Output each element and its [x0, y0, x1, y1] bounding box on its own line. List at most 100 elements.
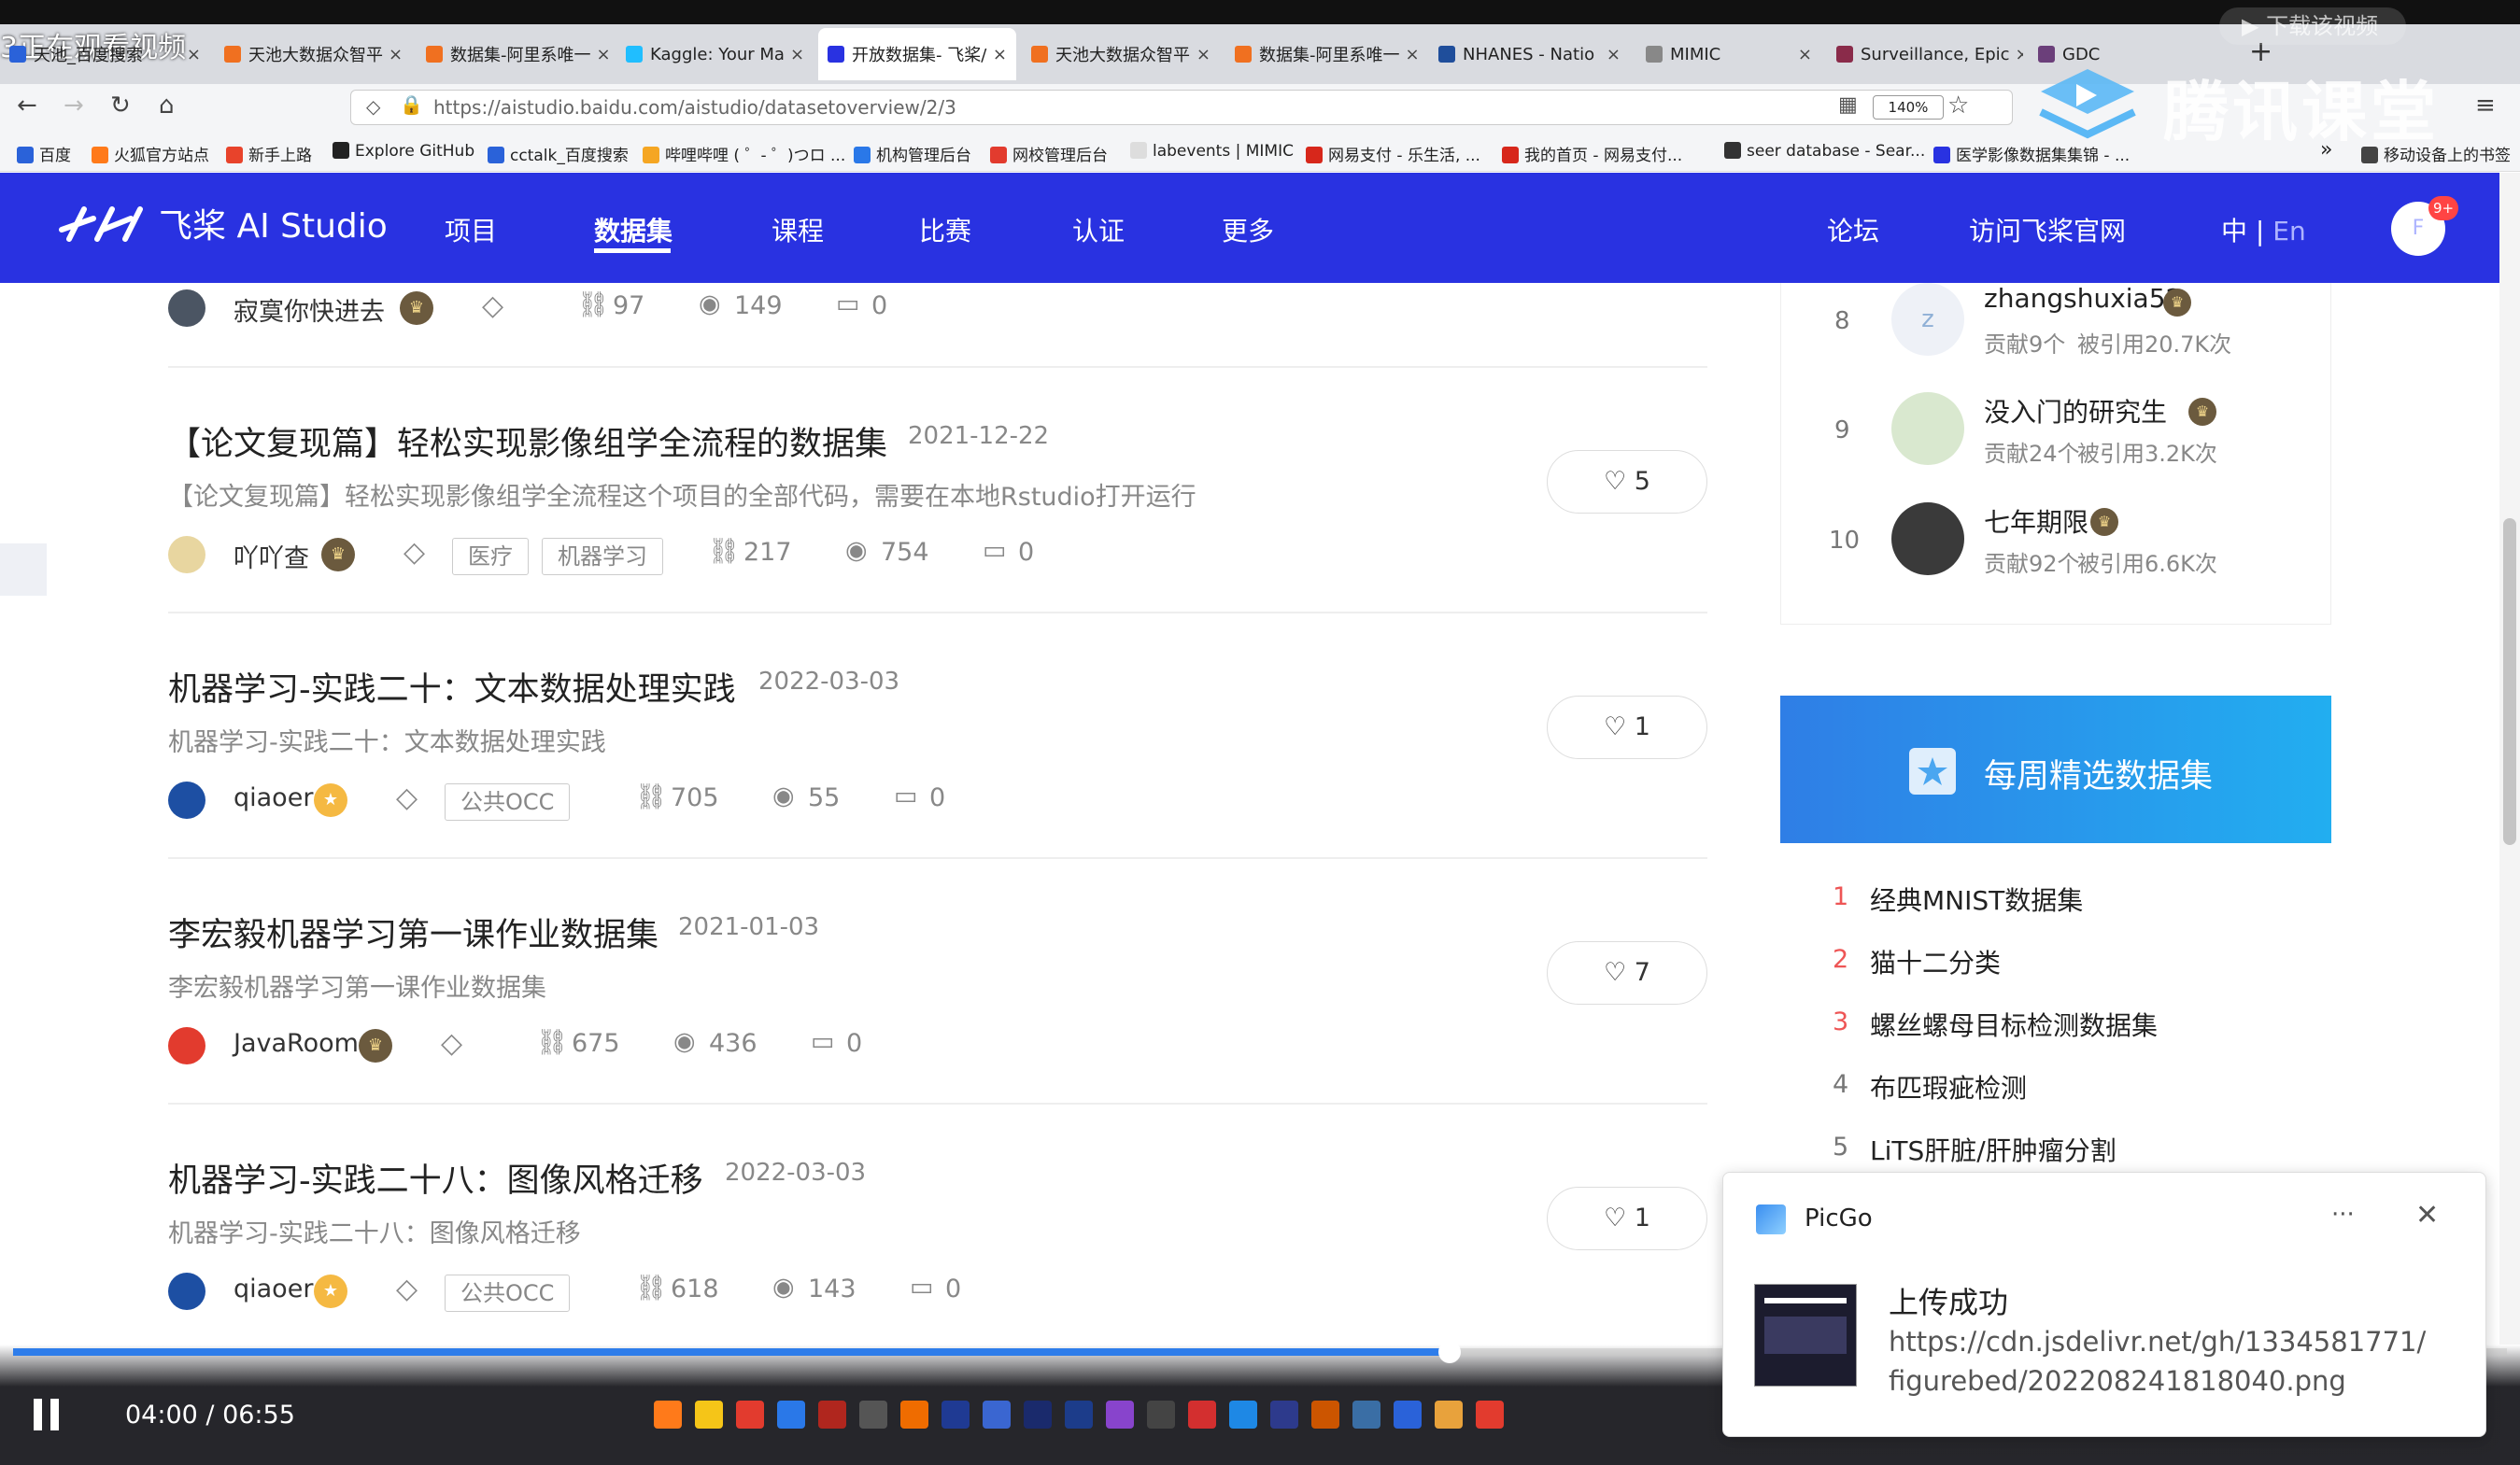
dataset-title[interactable]: 李宏毅机器学习第一课作业数据集: [168, 909, 658, 956]
toast-more-icon[interactable]: ···: [2331, 1201, 2355, 1229]
tab-close-icon[interactable]: ×: [591, 45, 611, 64]
taskbar-app-icon[interactable]: [1229, 1401, 1257, 1429]
tab-close-icon[interactable]: ×: [1400, 45, 1420, 64]
weekly-dataset-item[interactable]: LiTS肝脏/肝肿瘤分割: [1870, 1131, 2117, 1168]
taskbar-app-icon[interactable]: [983, 1401, 1011, 1429]
taskbar-app-icon[interactable]: [1188, 1401, 1216, 1429]
author-avatar[interactable]: [168, 289, 205, 327]
download-video-button[interactable]: ▶ 下载该视频: [2219, 7, 2406, 45]
bookmark-item[interactable]: labevents | MIMIC: [1130, 142, 1294, 161]
tab-close-icon[interactable]: ×: [2010, 45, 2023, 64]
taskbar-app-icon[interactable]: [736, 1401, 764, 1429]
browser-tab[interactable]: 天池_百度搜索 ×: [0, 28, 210, 80]
contributor-name[interactable]: 七年期限: [1984, 502, 2088, 540]
shield-icon[interactable]: ◇: [366, 95, 380, 118]
nav-menu-item[interactable]: 比赛: [919, 211, 971, 248]
browser-tab[interactable]: 数据集-阿里系唯一 ×: [1225, 28, 1423, 80]
taskbar-app-icon[interactable]: [1106, 1401, 1134, 1429]
author-avatar[interactable]: [168, 782, 205, 819]
lang-zh[interactable]: 中 |: [2221, 216, 2264, 247]
bookmark-item[interactable]: Explore GitHub: [333, 142, 474, 161]
nav-menu-item[interactable]: 课程: [772, 211, 824, 248]
author-name[interactable]: qiaoer: [234, 1275, 313, 1303]
qr-code-icon[interactable]: ▦: [1838, 93, 1858, 117]
tab-close-icon[interactable]: ×: [383, 45, 403, 64]
bookmark-item[interactable]: 我的首页 - 网易支付...: [1502, 142, 1682, 165]
tab-close-icon[interactable]: ×: [1792, 45, 1812, 64]
side-feedback-tab[interactable]: [0, 543, 47, 596]
taskbar-app-icon[interactable]: [1394, 1401, 1422, 1429]
browser-tab[interactable]: 数据集-阿里系唯一 ×: [417, 28, 613, 80]
tab-close-icon[interactable]: ×: [785, 45, 804, 64]
browser-tab[interactable]: MIMIC ×: [1636, 28, 1821, 80]
dataset-tag[interactable]: 公共OCC: [445, 1275, 571, 1312]
taskbar-app-icon[interactable]: [777, 1401, 805, 1429]
taskbar-app-icon[interactable]: [1435, 1401, 1463, 1429]
weekly-dataset-item[interactable]: 螺丝螺母目标检测数据集: [1870, 1006, 2158, 1043]
pause-icon[interactable]: [34, 1399, 64, 1430]
bookmark-item[interactable]: seer database - Sear...: [1724, 142, 1925, 161]
author-avatar[interactable]: [168, 1273, 205, 1310]
bookmark-item[interactable]: 新手上路: [226, 142, 312, 165]
taskbar-app-icon[interactable]: [818, 1401, 846, 1429]
contributor-name[interactable]: 没入门的研究生: [1984, 392, 2167, 430]
reload-icon[interactable]: ↻: [110, 92, 131, 120]
tab-close-icon[interactable]: ×: [181, 45, 201, 64]
taskbar-app-icon[interactable]: [900, 1401, 928, 1429]
taskbar-app-icon[interactable]: [941, 1401, 970, 1429]
page-scrollbar[interactable]: [2499, 173, 2520, 1345]
author-name[interactable]: qiaoer: [234, 783, 313, 812]
bookmark-item[interactable]: 百度: [17, 142, 71, 165]
dataset-title[interactable]: 机器学习-实践二十：文本数据处理实践: [168, 663, 736, 711]
taskbar-app-icon[interactable]: [1024, 1401, 1052, 1429]
url-bar[interactable]: https://aistudio.baidu.com/aistudio/data…: [350, 90, 2013, 125]
forward-icon[interactable]: →: [64, 92, 84, 120]
author-name[interactable]: 寂寞你快进去: [234, 291, 385, 328]
bookmark-item[interactable]: cctalk_百度搜索: [488, 142, 629, 165]
dataset-tag[interactable]: 机器学习: [542, 538, 663, 575]
home-icon[interactable]: ⌂: [159, 92, 175, 120]
taskbar-app-icon[interactable]: [1311, 1401, 1339, 1429]
nav-menu-item[interactable]: 认证: [1072, 211, 1125, 248]
toast-url[interactable]: https://cdn.jsdelivr.net/gh/1334581771/f…: [1889, 1322, 2426, 1401]
nav-forum[interactable]: 论坛: [1827, 211, 1879, 248]
taskbar-app-icon[interactable]: [1147, 1401, 1175, 1429]
language-switch[interactable]: 中 | En: [2221, 211, 2306, 248]
browser-tab[interactable]: Surveillance, Epic ×: [1827, 28, 2023, 80]
contributor-name[interactable]: zhangshuxia52: [1984, 283, 2182, 314]
tab-close-icon[interactable]: ×: [1191, 45, 1210, 64]
video-progress-knob[interactable]: [1437, 1341, 1461, 1363]
bookmark-item[interactable]: 火狐官方站点: [92, 142, 209, 165]
like-button[interactable]: ♡ 1: [1547, 696, 1707, 759]
like-button[interactable]: ♡ 5: [1547, 450, 1707, 514]
browser-tab[interactable]: 天池大数据众智平 ×: [1022, 28, 1220, 80]
bookmark-item[interactable]: 哔哩哔哩 ( ゜- ゜)つロ ...: [643, 142, 845, 165]
contributor-avatar[interactable]: z: [1891, 283, 1964, 356]
nav-menu-item[interactable]: 更多: [1222, 211, 1274, 248]
bookmark-item[interactable]: 网易支付 - 乐生活, ...: [1306, 142, 1480, 165]
author-avatar[interactable]: [168, 536, 205, 573]
author-name[interactable]: 吖吖查: [234, 538, 309, 574]
browser-tab[interactable]: 天池大数据众智平 ×: [215, 28, 411, 80]
app-menu-icon[interactable]: ≡: [2475, 92, 2496, 120]
bookmark-item[interactable]: 机构管理后台: [854, 142, 971, 165]
dataset-title[interactable]: 机器学习-实践二十八：图像风格迁移: [168, 1154, 703, 1202]
browser-tab[interactable]: 开放数据集- 飞桨/×: [818, 28, 1016, 80]
nav-paddle-official[interactable]: 访问飞桨官网: [1969, 211, 2126, 248]
taskbar-app-icon[interactable]: [859, 1401, 887, 1429]
browser-tab[interactable]: Kaggle: Your Ma ×: [616, 28, 813, 80]
bookmark-star-icon[interactable]: ☆: [1947, 92, 1969, 120]
dataset-tag[interactable]: 公共OCC: [445, 783, 571, 821]
dataset-title[interactable]: 【论文复现篇】轻松实现影像组学全流程的数据集: [168, 417, 887, 465]
site-logo[interactable]: 飞桨 AI Studio: [56, 199, 388, 247]
weekly-dataset-item[interactable]: 布匹瑕疵检测: [1870, 1068, 2027, 1106]
taskbar-app-icon[interactable]: [1065, 1401, 1093, 1429]
weekly-dataset-item[interactable]: 猫十二分类: [1870, 943, 2001, 980]
zoom-level[interactable]: 140%: [1873, 95, 1944, 120]
lock-icon[interactable]: 🔒: [400, 93, 423, 116]
scrollbar-thumb[interactable]: [2503, 518, 2516, 845]
like-button[interactable]: ♡ 7: [1547, 941, 1707, 1005]
taskbar-app-icon[interactable]: [1476, 1401, 1504, 1429]
lang-en[interactable]: En: [2272, 216, 2305, 247]
author-avatar[interactable]: [168, 1027, 205, 1064]
